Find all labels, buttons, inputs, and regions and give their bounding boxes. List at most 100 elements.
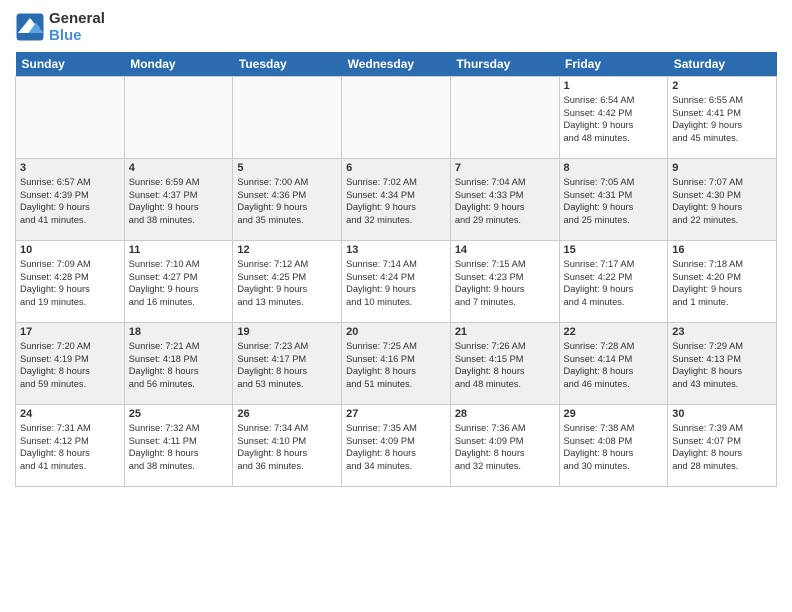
day-info: Sunrise: 7:36 AM Sunset: 4:09 PM Dayligh… xyxy=(455,422,555,472)
day-number: 4 xyxy=(129,162,229,174)
day-cell: 9 Sunrise: 7:07 AM Sunset: 4:30 PM Daylig… xyxy=(668,159,777,241)
col-header-friday: Friday xyxy=(559,52,668,77)
day-number: 15 xyxy=(564,244,664,256)
day-info: Sunrise: 7:31 AM Sunset: 4:12 PM Dayligh… xyxy=(20,422,120,472)
col-header-thursday: Thursday xyxy=(450,52,559,77)
day-number: 8 xyxy=(564,162,664,174)
col-header-saturday: Saturday xyxy=(668,52,777,77)
day-info: Sunrise: 7:26 AM Sunset: 4:15 PM Dayligh… xyxy=(455,340,555,390)
day-number: 14 xyxy=(455,244,555,256)
day-number: 17 xyxy=(20,326,120,338)
calendar-header-row: SundayMondayTuesdayWednesdayThursdayFrid… xyxy=(16,52,777,77)
day-number: 21 xyxy=(455,326,555,338)
day-number: 26 xyxy=(237,408,337,420)
logo-text: General Blue xyxy=(49,10,105,44)
day-info: Sunrise: 7:39 AM Sunset: 4:07 PM Dayligh… xyxy=(672,422,772,472)
day-number: 2 xyxy=(672,80,772,92)
day-number: 5 xyxy=(237,162,337,174)
day-info: Sunrise: 7:00 AM Sunset: 4:36 PM Dayligh… xyxy=(237,176,337,226)
day-cell: 27 Sunrise: 7:35 AM Sunset: 4:09 PM Dayli… xyxy=(342,405,451,487)
day-number: 18 xyxy=(129,326,229,338)
day-number: 27 xyxy=(346,408,446,420)
day-info: Sunrise: 7:20 AM Sunset: 4:19 PM Dayligh… xyxy=(20,340,120,390)
day-info: Sunrise: 7:07 AM Sunset: 4:30 PM Dayligh… xyxy=(672,176,772,226)
day-info: Sunrise: 7:18 AM Sunset: 4:20 PM Dayligh… xyxy=(672,258,772,308)
day-info: Sunrise: 7:21 AM Sunset: 4:18 PM Dayligh… xyxy=(129,340,229,390)
day-cell: 19Sunrise: 7:23 AM Sunset: 4:17 PM Dayli… xyxy=(233,323,342,405)
day-cell: 4 Sunrise: 6:59 AM Sunset: 4:37 PM Daylig… xyxy=(124,159,233,241)
day-number: 6 xyxy=(346,162,446,174)
day-info: Sunrise: 7:14 AM Sunset: 4:24 PM Dayligh… xyxy=(346,258,446,308)
day-number: 12 xyxy=(237,244,337,256)
day-cell: 15 Sunrise: 7:17 AM Sunset: 4:22 PM Dayli… xyxy=(559,241,668,323)
day-cell: 6 Sunrise: 7:02 AM Sunset: 4:34 PM Daylig… xyxy=(342,159,451,241)
day-info: Sunrise: 6:59 AM Sunset: 4:37 PM Dayligh… xyxy=(129,176,229,226)
day-info: Sunrise: 7:28 AM Sunset: 4:14 PM Dayligh… xyxy=(564,340,664,390)
day-cell: 14 Sunrise: 7:15 AM Sunset: 4:23 PM Dayli… xyxy=(450,241,559,323)
day-info: Sunrise: 7:09 AM Sunset: 4:28 PM Dayligh… xyxy=(20,258,120,308)
day-cell: 2 Sunrise: 6:55 AM Sunset: 4:41 PM Daylig… xyxy=(668,77,777,159)
week-row-4: 17 Sunrise: 7:20 AM Sunset: 4:19 PM Dayli… xyxy=(16,323,777,405)
day-number: 9 xyxy=(672,162,772,174)
day-info: Sunrise: 7:35 AM Sunset: 4:09 PM Dayligh… xyxy=(346,422,446,472)
day-info: Sunrise: 7:34 AM Sunset: 4:10 PM Dayligh… xyxy=(237,422,337,472)
day-cell xyxy=(450,77,559,159)
day-number: 29 xyxy=(564,408,664,420)
day-cell: 13 Sunrise: 7:14 AM Sunset: 4:24 PM Dayli… xyxy=(342,241,451,323)
day-cell: 16Sunrise: 7:18 AM Sunset: 4:20 PM Dayli… xyxy=(668,241,777,323)
day-info: Sunrise: 7:10 AM Sunset: 4:27 PM Dayligh… xyxy=(129,258,229,308)
day-cell: 11 Sunrise: 7:10 AM Sunset: 4:27 PM Dayli… xyxy=(124,241,233,323)
day-cell: 17 Sunrise: 7:20 AM Sunset: 4:19 PM Dayli… xyxy=(16,323,125,405)
week-row-5: 24 Sunrise: 7:31 AM Sunset: 4:12 PM Dayli… xyxy=(16,405,777,487)
page-header: General Blue xyxy=(15,10,777,44)
day-cell: 24 Sunrise: 7:31 AM Sunset: 4:12 PM Dayli… xyxy=(16,405,125,487)
day-number: 3 xyxy=(20,162,120,174)
day-cell: 18 Sunrise: 7:21 AM Sunset: 4:18 PM Dayli… xyxy=(124,323,233,405)
day-cell: 21 Sunrise: 7:26 AM Sunset: 4:15 PM Dayli… xyxy=(450,323,559,405)
day-info: Sunrise: 7:04 AM Sunset: 4:33 PM Dayligh… xyxy=(455,176,555,226)
day-cell: 28 Sunrise: 7:36 AM Sunset: 4:09 PM Dayli… xyxy=(450,405,559,487)
day-cell xyxy=(16,77,125,159)
day-info: Sunrise: 7:25 AM Sunset: 4:16 PM Dayligh… xyxy=(346,340,446,390)
day-cell: 23Sunrise: 7:29 AM Sunset: 4:13 PM Dayli… xyxy=(668,323,777,405)
col-header-wednesday: Wednesday xyxy=(342,52,451,77)
day-number: 24 xyxy=(20,408,120,420)
col-header-tuesday: Tuesday xyxy=(233,52,342,77)
day-number: 22 xyxy=(564,326,664,338)
day-number: 28 xyxy=(455,408,555,420)
day-info: Sunrise: 6:57 AM Sunset: 4:39 PM Dayligh… xyxy=(20,176,120,226)
day-cell: 30 Sunrise: 7:39 AM Sunset: 4:07 PM Dayli… xyxy=(668,405,777,487)
day-cell xyxy=(342,77,451,159)
day-cell: 5 Sunrise: 7:00 AM Sunset: 4:36 PM Daylig… xyxy=(233,159,342,241)
week-row-1: 1Sunrise: 6:54 AM Sunset: 4:42 PM Daylig… xyxy=(16,77,777,159)
day-info: Sunrise: 7:32 AM Sunset: 4:11 PM Dayligh… xyxy=(129,422,229,472)
day-cell: 29 Sunrise: 7:38 AM Sunset: 4:08 PM Dayli… xyxy=(559,405,668,487)
day-cell: 26 Sunrise: 7:34 AM Sunset: 4:10 PM Dayli… xyxy=(233,405,342,487)
day-cell: 3 Sunrise: 6:57 AM Sunset: 4:39 PM Daylig… xyxy=(16,159,125,241)
page-container: General Blue SundayMondayTuesdayWednesda… xyxy=(0,0,792,492)
day-number: 11 xyxy=(129,244,229,256)
day-number: 10 xyxy=(20,244,120,256)
day-info: Sunrise: 7:02 AM Sunset: 4:34 PM Dayligh… xyxy=(346,176,446,226)
day-cell: 10 Sunrise: 7:09 AM Sunset: 4:28 PM Dayli… xyxy=(16,241,125,323)
day-cell: 7Sunrise: 7:04 AM Sunset: 4:33 PM Daylig… xyxy=(450,159,559,241)
logo-icon xyxy=(15,12,45,42)
day-cell xyxy=(124,77,233,159)
day-info: Sunrise: 7:23 AM Sunset: 4:17 PM Dayligh… xyxy=(237,340,337,390)
day-number: 1 xyxy=(564,80,664,92)
day-number: 13 xyxy=(346,244,446,256)
day-cell: 25 Sunrise: 7:32 AM Sunset: 4:11 PM Dayli… xyxy=(124,405,233,487)
day-info: Sunrise: 7:29 AM Sunset: 4:13 PM Dayligh… xyxy=(672,340,772,390)
day-info: Sunrise: 7:17 AM Sunset: 4:22 PM Dayligh… xyxy=(564,258,664,308)
day-cell: 12 Sunrise: 7:12 AM Sunset: 4:25 PM Dayli… xyxy=(233,241,342,323)
day-cell: 8Sunrise: 7:05 AM Sunset: 4:31 PM Daylig… xyxy=(559,159,668,241)
day-info: Sunrise: 6:55 AM Sunset: 4:41 PM Dayligh… xyxy=(672,94,772,144)
calendar-table: SundayMondayTuesdayWednesdayThursdayFrid… xyxy=(15,52,777,487)
day-info: Sunrise: 7:15 AM Sunset: 4:23 PM Dayligh… xyxy=(455,258,555,308)
day-info: Sunrise: 7:12 AM Sunset: 4:25 PM Dayligh… xyxy=(237,258,337,308)
day-cell: 20Sunrise: 7:25 AM Sunset: 4:16 PM Dayli… xyxy=(342,323,451,405)
day-number: 25 xyxy=(129,408,229,420)
day-info: Sunrise: 7:38 AM Sunset: 4:08 PM Dayligh… xyxy=(564,422,664,472)
logo: General Blue xyxy=(15,10,105,44)
day-number: 30 xyxy=(672,408,772,420)
